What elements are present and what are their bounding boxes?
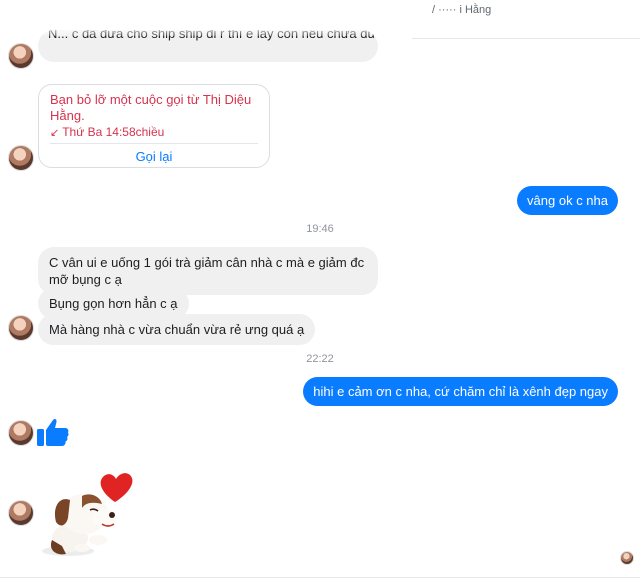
missed-call-icon: ↙ xyxy=(50,127,60,139)
contact-avatar[interactable] xyxy=(8,500,34,526)
message-bubble-outgoing: vâng ok c nha xyxy=(517,186,618,215)
timestamp-separator: 19:46 xyxy=(306,223,334,235)
missed-call-time: ↙ Thứ Ba 14:58chiều xyxy=(50,125,165,139)
read-receipt-avatar xyxy=(620,551,634,565)
header-divider xyxy=(412,38,640,39)
puppy-heart-sticker xyxy=(42,473,133,556)
message-bubble-outgoing: hihi e cảm ơn c nha, cứ chăm chỉ là xênh… xyxy=(303,377,618,406)
timestamp-separator: 22:22 xyxy=(306,353,334,365)
composer-divider xyxy=(0,577,640,578)
contact-avatar[interactable] xyxy=(8,145,34,171)
missed-call-card: Bạn bỏ lỡ một cuộc gọi từ Thị Diệu Hằng.… xyxy=(38,84,270,168)
missed-call-text: Bạn bỏ lỡ một cuộc gọi từ Thị Diệu Hằng. xyxy=(50,92,252,123)
contact-avatar[interactable] xyxy=(8,420,34,446)
contact-avatar[interactable] xyxy=(8,315,34,341)
header-title-cut: / ····· i Hằng xyxy=(432,4,492,16)
contact-avatar[interactable] xyxy=(8,43,34,69)
message-bubble-incoming: Mà hàng nhà c vừa chuẩn vừa rẻ ưng quá ạ xyxy=(38,314,316,345)
header-fade xyxy=(0,0,412,36)
call-back-button[interactable]: Gọi lại xyxy=(39,149,269,164)
divider xyxy=(50,143,258,144)
thumbs-up-icon xyxy=(37,418,69,446)
